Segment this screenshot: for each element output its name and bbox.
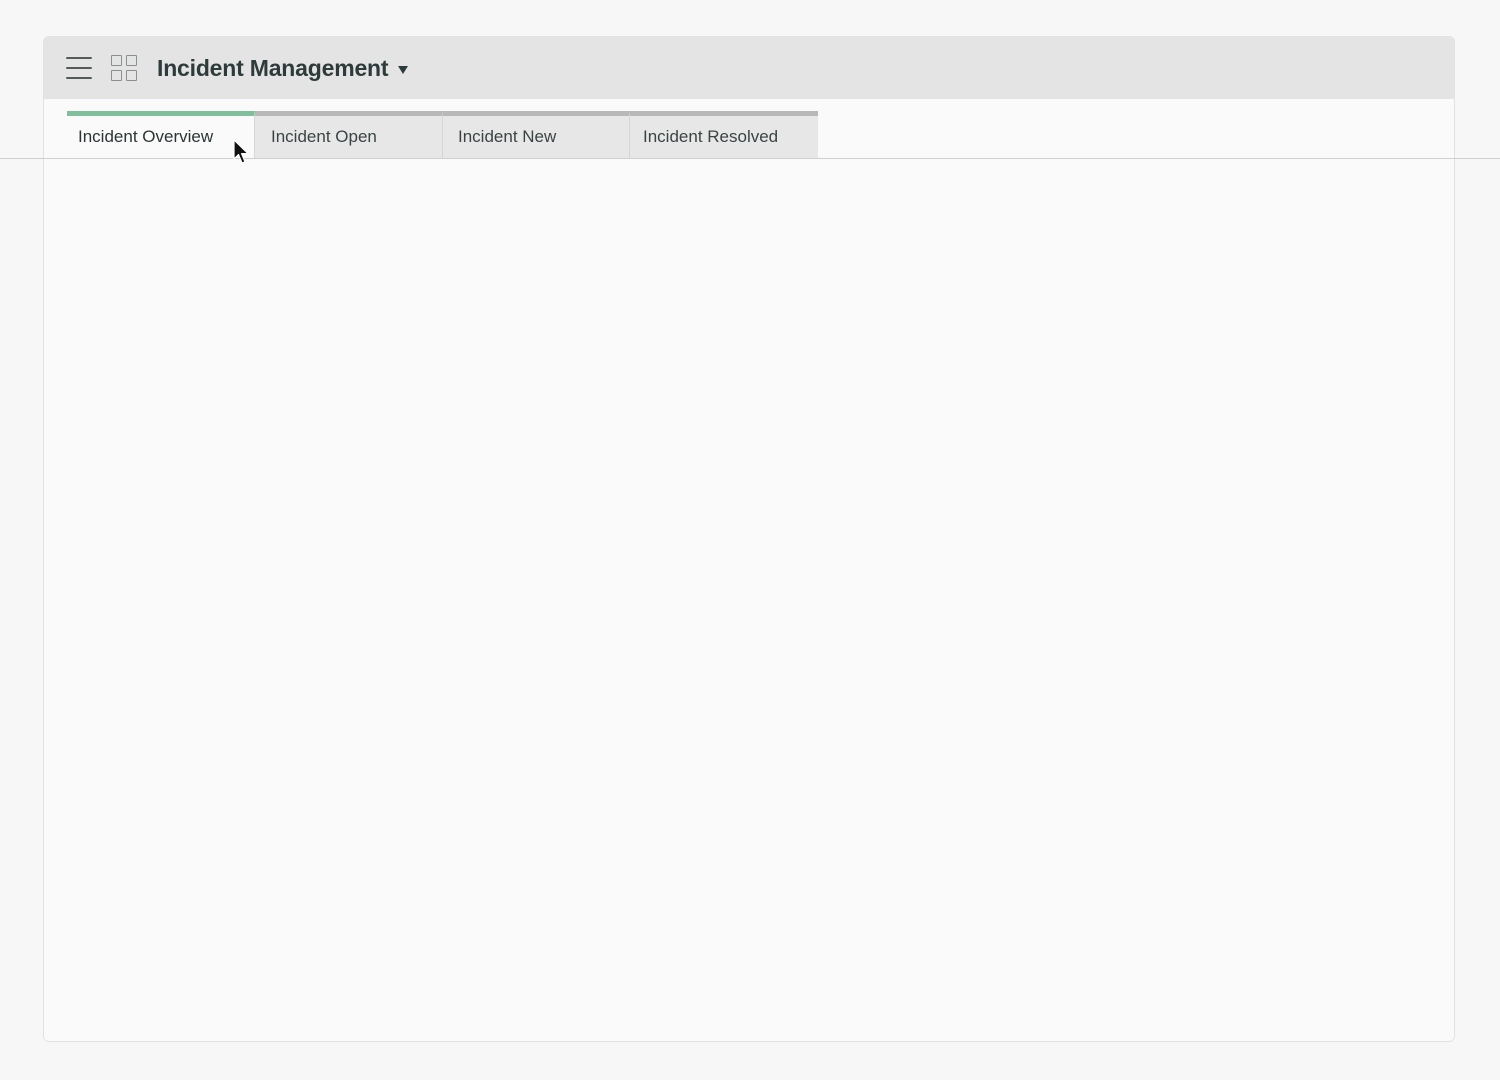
tab-bar: Incident Overview Incident Open Incident… (44, 99, 1454, 159)
hamburger-menu-icon[interactable] (66, 57, 92, 79)
app-window: Incident Management Incident Overview In… (43, 36, 1455, 1042)
tab-label: Incident Overview (78, 127, 214, 146)
tab-label: Incident Open (271, 127, 377, 146)
menu-bar (66, 77, 92, 79)
tab-label: Incident New (458, 127, 557, 146)
app-grid-icon[interactable] (111, 55, 137, 81)
tab-list: Incident Overview Incident Open Incident… (67, 111, 818, 158)
caret-down-icon (398, 65, 409, 74)
tab-incident-overview[interactable]: Incident Overview (67, 111, 255, 158)
tab-incident-resolved[interactable]: Incident Resolved (630, 111, 818, 158)
tab-content-panel (44, 159, 1454, 1041)
tab-divider (0, 158, 1500, 159)
menu-bar (66, 67, 92, 69)
tab-incident-new[interactable]: Incident New (443, 111, 630, 158)
app-header: Incident Management (44, 37, 1454, 99)
grid-cell (126, 55, 137, 66)
tab-label: Incident Resolved (643, 127, 779, 146)
app-title-dropdown[interactable]: Incident Management (157, 54, 409, 82)
tab-incident-open[interactable]: Incident Open (255, 111, 443, 158)
grid-cell (111, 70, 122, 81)
menu-bar (66, 57, 92, 59)
grid-cell (126, 70, 137, 81)
app-title: Incident Management (157, 54, 389, 81)
grid-cell (111, 55, 122, 66)
